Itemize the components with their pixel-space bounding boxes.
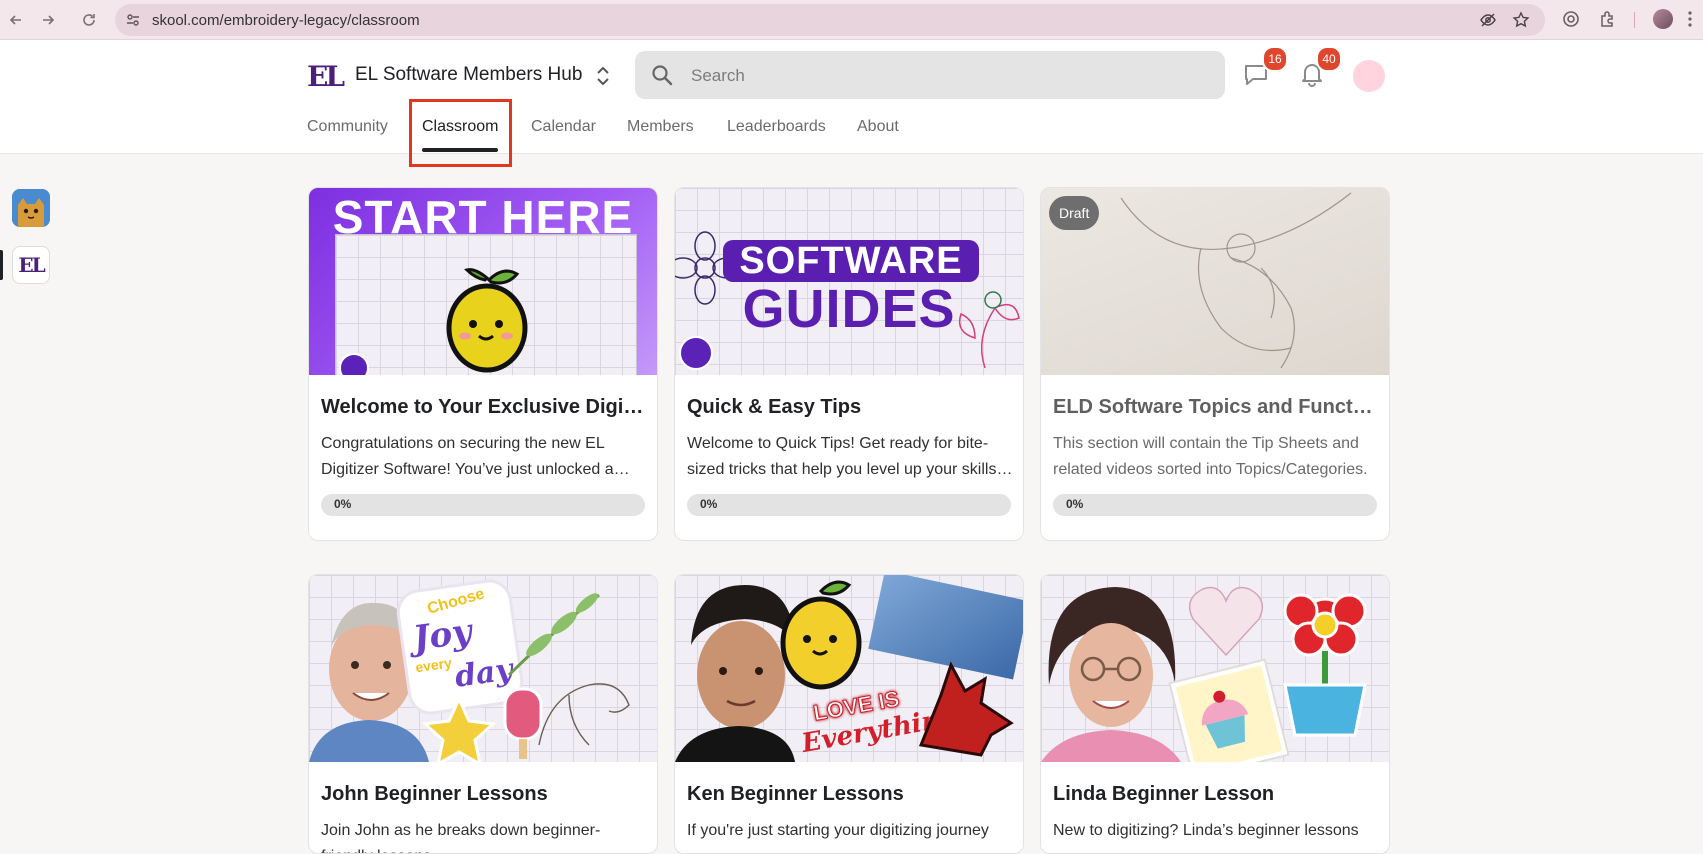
thumb-headline-2: GUIDES xyxy=(742,279,956,339)
tab-calendar[interactable]: Calendar xyxy=(531,116,596,154)
tab-classroom[interactable]: Classroom xyxy=(422,116,499,154)
back-icon[interactable] xyxy=(4,8,28,32)
course-thumbnail: SOFTWARE GUIDES xyxy=(675,188,1023,375)
tab-members[interactable]: Members xyxy=(627,116,694,154)
course-thumbnail: LOVE IS Everything xyxy=(675,575,1023,762)
brand-dot xyxy=(679,336,713,370)
course-card[interactable]: START HERE Welcome to Your Exclusive Dig… xyxy=(308,187,658,541)
extension-swirl-icon[interactable] xyxy=(1561,9,1581,29)
course-title: ELD Software Topics and Functions xyxy=(1053,396,1377,418)
lemon-patch-icon xyxy=(780,580,862,690)
bookmark-star-icon[interactable] xyxy=(1512,11,1530,29)
course-card[interactable]: Choose Joy every day John Beginner Lesso… xyxy=(308,574,658,854)
course-thumbnail: START HERE xyxy=(309,188,657,375)
rail-community-cat[interactable] xyxy=(12,189,50,227)
url-text[interactable]: skool.com/embroidery-legacy/classroom xyxy=(152,12,420,29)
forward-icon[interactable] xyxy=(36,8,60,32)
search-icon xyxy=(652,65,673,86)
star-patch-icon xyxy=(421,695,497,762)
tab-community[interactable]: Community xyxy=(307,116,388,154)
lemon-icon xyxy=(446,268,528,373)
course-title: Ken Beginner Lessons xyxy=(687,783,904,805)
course-card[interactable]: Draft ELD Software Topics and Functions … xyxy=(1040,187,1390,541)
toolbar-divider xyxy=(1634,12,1635,28)
user-avatar[interactable] xyxy=(1353,60,1385,92)
browser-toolbar: skool.com/embroidery-legacy/classroom xyxy=(0,0,1703,40)
course-description: New to digitizing? Linda’s beginner less… xyxy=(1053,822,1359,839)
reload-icon[interactable] xyxy=(77,8,101,32)
course-card[interactable]: Linda Beginner Lesson New to digitizing?… xyxy=(1040,574,1390,854)
wolf-patch-icon xyxy=(918,661,1014,757)
patch-text-2: Joy xyxy=(410,611,475,660)
progress-bar: 0% xyxy=(321,494,645,516)
course-thumbnail: Choose Joy every day xyxy=(309,575,657,762)
tab-leaderboards[interactable]: Leaderboards xyxy=(727,116,826,154)
progress-bar: 0% xyxy=(1053,494,1377,516)
community-logo[interactable]: EL xyxy=(307,58,347,96)
browser-profile-avatar[interactable] xyxy=(1653,9,1673,29)
cupcake-icon xyxy=(1201,690,1249,749)
course-card[interactable]: SOFTWARE GUIDES Quick & Easy Tips Welcom… xyxy=(674,187,1024,541)
notification-badge: 40 xyxy=(1316,46,1342,72)
course-description: Join John as he breaks down beginner-fri… xyxy=(321,822,601,853)
chat-badge: 16 xyxy=(1262,46,1288,72)
course-description: Welcome to Quick Tips! Get ready for bit… xyxy=(687,435,997,478)
popsicle-patch-icon xyxy=(503,687,543,759)
course-description: If you're just starting your digitizing … xyxy=(687,822,989,839)
heart-sketch-icon xyxy=(1188,586,1264,657)
progress-label: 0% xyxy=(1066,497,1084,511)
brand-dot xyxy=(339,353,369,375)
tab-about[interactable]: About xyxy=(857,116,899,154)
search-input[interactable] xyxy=(689,51,1213,101)
instructor-photo xyxy=(1041,587,1181,762)
switch-community-icon[interactable] xyxy=(593,62,613,90)
browser-menu-icon[interactable] xyxy=(1680,9,1700,29)
course-description: This section will contain the Tip Sheets… xyxy=(1053,435,1368,478)
sketch-figure-illustration xyxy=(1120,192,1352,369)
app-header: EL EL Software Members Hub 16 40 Communi… xyxy=(0,40,1703,154)
eye-off-icon[interactable] xyxy=(1479,11,1497,29)
rail-el-logo-text: EL xyxy=(18,253,45,277)
progress-label: 0% xyxy=(700,497,718,511)
community-name[interactable]: EL Software Members Hub xyxy=(355,64,582,86)
rail-community-el[interactable]: EL xyxy=(12,246,50,284)
draft-badge: Draft xyxy=(1049,196,1100,230)
logo-text: EL xyxy=(307,60,345,93)
course-description: Congratulations on securing the new EL D… xyxy=(321,435,614,478)
flower-pot-icon xyxy=(1283,593,1367,737)
course-title: John Beginner Lessons xyxy=(321,783,548,805)
site-settings-icon[interactable] xyxy=(125,12,141,28)
cat-icon xyxy=(12,189,50,227)
course-title: Linda Beginner Lesson xyxy=(1053,783,1275,805)
extensions-puzzle-icon[interactable] xyxy=(1598,9,1618,29)
search-bar[interactable] xyxy=(635,51,1225,101)
progress-bar: 0% xyxy=(687,494,1011,516)
rail-active-indicator xyxy=(0,250,3,280)
address-bar[interactable]: skool.com/embroidery-legacy/classroom xyxy=(115,4,1545,36)
course-thumbnail: Draft xyxy=(1041,188,1389,375)
course-thumbnail xyxy=(1041,575,1389,762)
course-title: Quick & Easy Tips xyxy=(687,396,862,418)
thumb-headline-1: SOFTWARE xyxy=(723,240,979,282)
course-title: Welcome to Your Exclusive Digitizer Soft… xyxy=(321,396,645,418)
progress-label: 0% xyxy=(334,497,352,511)
course-card[interactable]: LOVE IS Everything Ken Beginner Lessons … xyxy=(674,574,1024,854)
